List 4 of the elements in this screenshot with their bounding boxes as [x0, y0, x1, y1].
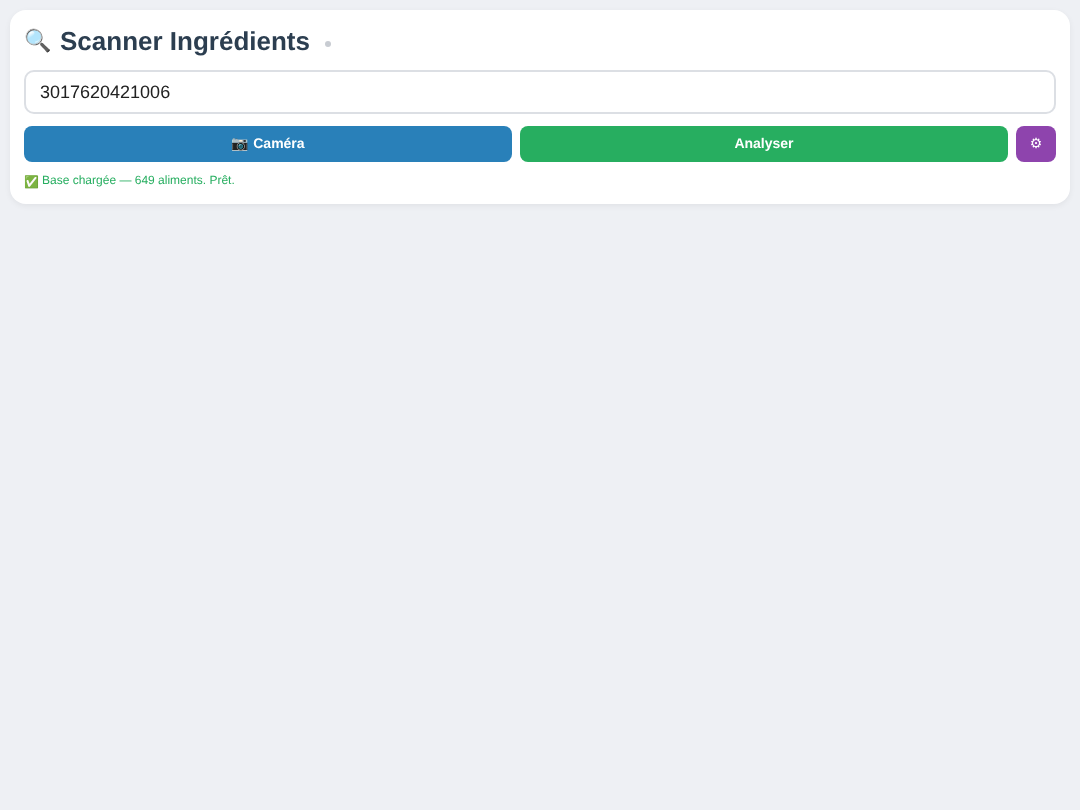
search-icon: 🔍: [24, 27, 52, 53]
app-title: Scanner Ingrédients: [60, 25, 310, 55]
dot-icon: [323, 40, 332, 48]
barcode-field[interactable]: 3017620421006: [24, 70, 1056, 114]
